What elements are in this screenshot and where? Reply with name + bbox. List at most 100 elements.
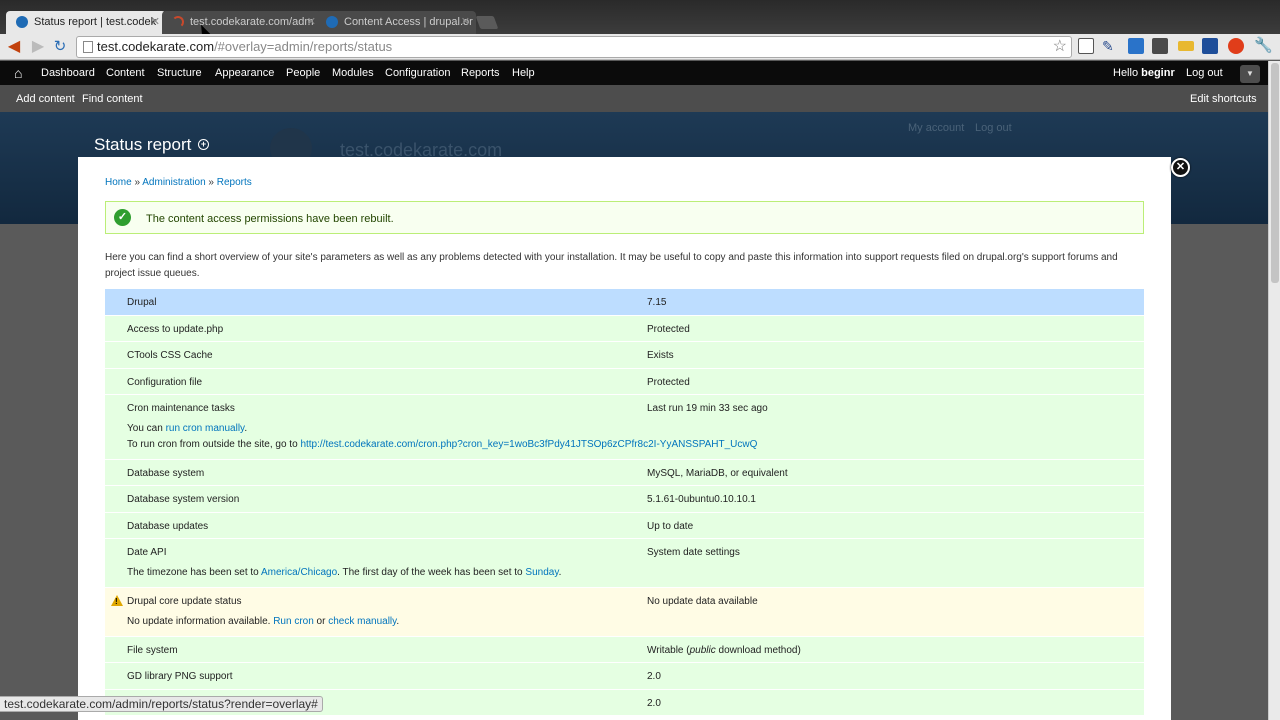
status-report-table: Drupal 7.15 Access to update.php Protect… [105, 289, 1144, 716]
mail-icon[interactable] [1178, 41, 1194, 51]
cron-url-link[interactable]: http://test.codekarate.com/cron.php?cron… [300, 439, 757, 450]
tab-label: Status report | test.codek [34, 16, 157, 28]
table-row: Database system version 5.1.61-0ubuntu0.… [105, 486, 1144, 513]
loading-spinner-icon [172, 16, 184, 28]
row-title: Database system [127, 468, 205, 479]
status-message-text: The content access permissions have been… [146, 213, 394, 225]
browser-toolbar: ◀ ▶ ↻ test.codekarate.com/#overlay=admin… [0, 34, 1280, 60]
reload-icon[interactable]: ↻ [50, 37, 70, 57]
close-overlay-icon[interactable]: ✕ [1171, 158, 1190, 177]
forward-arrow-icon[interactable]: ▶ [28, 37, 48, 57]
toolbar-dashboard[interactable]: Dashboard [41, 67, 95, 79]
stumbleupon-icon[interactable] [1228, 38, 1244, 54]
timezone-link[interactable]: America/Chicago [261, 567, 337, 578]
breadcrumb-home[interactable]: Home [105, 177, 132, 188]
warning-icon: ! [111, 595, 123, 606]
row-value: Protected [647, 324, 690, 335]
check-manually-link[interactable]: check manually [328, 616, 396, 627]
first-day-link[interactable]: Sunday [525, 567, 558, 578]
desc-text: You can [127, 423, 166, 434]
value-emphasis: public [689, 645, 716, 656]
shortcut-bar: Add content Find content Edit shortcuts [0, 85, 1268, 112]
breadcrumb: Home » Administration » Reports [105, 177, 252, 188]
desc-text: To run cron from outside the site, go to [127, 439, 301, 450]
toolbar-reports[interactable]: Reports [461, 67, 500, 79]
shortcuts-toggle-icon[interactable]: ▼ [1240, 65, 1260, 83]
breadcrumb-reports[interactable]: Reports [217, 177, 252, 188]
row-title: Configuration file [127, 377, 203, 388]
row-title: Drupal [127, 297, 157, 308]
scrollbar-thumb[interactable] [1271, 63, 1279, 283]
url-host: test.codekarate.com [97, 39, 215, 54]
wrench-icon[interactable]: 🔧 [1254, 38, 1273, 54]
row-title: GD library PNG support [127, 671, 233, 682]
row-value: Exists [647, 350, 674, 361]
browser-tab-content-access[interactable]: Content Access | drupal.or ✕ [316, 11, 476, 34]
new-tab-button[interactable] [475, 16, 499, 29]
address-bar[interactable]: test.codekarate.com/#overlay=admin/repor… [76, 36, 1072, 58]
row-title: Database system version [127, 494, 240, 505]
row-value: Last run 19 min 33 sec ago [647, 403, 768, 414]
row-value: Writable (public download method) [647, 645, 801, 656]
desc-text: No update information available. [127, 616, 274, 627]
eyedropper-icon[interactable]: ✎ [1102, 38, 1118, 54]
edit-shortcuts-link[interactable]: Edit shortcuts [1190, 93, 1257, 105]
extension-info-icon[interactable] [1078, 38, 1094, 54]
table-row: GD library PNG support 2.0 [105, 663, 1144, 690]
home-icon[interactable]: ⌂ [14, 65, 22, 81]
row-value: 7.15 [647, 297, 667, 308]
scrollbar[interactable] [1268, 61, 1280, 720]
row-value: No update data available [647, 596, 758, 607]
tab-close-icon[interactable]: ✕ [307, 11, 316, 33]
table-row: Cron maintenance tasks Last run 19 min 3… [105, 395, 1144, 460]
toolbar-help[interactable]: Help [512, 67, 535, 79]
row-title: Database updates [127, 521, 209, 532]
tab-label: test.codekarate.com/adm [190, 16, 314, 28]
tab-close-icon[interactable]: ✕ [461, 11, 470, 33]
extension-gear-icon[interactable] [1152, 38, 1168, 54]
extension-tile-icon[interactable] [1202, 38, 1218, 54]
toolbar-people[interactable]: People [286, 67, 320, 79]
drupal-admin-toolbar: ⌂ Dashboard Content Structure Appearance… [0, 61, 1268, 85]
breadcrumb-administration[interactable]: Administration [142, 177, 205, 188]
row-value: 5.1.61-0ubuntu0.10.10.1 [647, 494, 756, 505]
drupal-favicon-icon [326, 16, 338, 28]
add-shortcut-icon[interactable]: + [198, 139, 209, 150]
browser-tab-status-report[interactable]: Status report | test.codek ✕ [6, 11, 166, 34]
shortcut-find-content[interactable]: Find content [82, 93, 143, 105]
site-logout-link[interactable]: Log out [975, 122, 1012, 134]
row-description: You can run cron manually. To run cron f… [127, 421, 757, 453]
table-row: Drupal 7.15 [105, 289, 1144, 316]
logout-link[interactable]: Log out [1186, 67, 1223, 79]
table-row: CTools CSS Cache Exists [105, 342, 1144, 369]
run-cron-manually-link[interactable]: run cron manually [166, 423, 245, 434]
drupal-favicon-icon [16, 16, 28, 28]
toolbar-structure[interactable]: Structure [157, 67, 202, 79]
toolbar-configuration[interactable]: Configuration [385, 67, 450, 79]
run-cron-link[interactable]: Run cron [273, 616, 314, 627]
row-title: Date API [127, 547, 167, 558]
table-row: Database system MySQL, MariaDB, or equiv… [105, 460, 1144, 486]
greeting: Hello beginr [1113, 67, 1175, 79]
toolbar-modules[interactable]: Modules [332, 67, 374, 79]
browser-tab-admin[interactable]: test.codekarate.com/adm ✕ [162, 11, 322, 34]
row-value: Protected [647, 377, 690, 388]
bookmark-star-icon[interactable]: ☆ [1053, 37, 1067, 57]
table-row: Configuration file Protected [105, 369, 1144, 395]
extension-screen-icon[interactable] [1128, 38, 1144, 54]
status-message: ✓ The content access permissions have be… [105, 201, 1144, 234]
overlay-content: Home » Administration » Reports ✓ The co… [78, 157, 1171, 720]
link-status-bubble: test.codekarate.com/admin/reports/status… [0, 696, 323, 712]
desc-text: The timezone has been set to [127, 567, 261, 578]
my-account-link[interactable]: My account [908, 122, 964, 134]
url-path: /#overlay=admin/reports/status [214, 39, 393, 54]
shortcut-add-content[interactable]: Add content [16, 93, 75, 105]
row-title: Access to update.php [127, 324, 224, 335]
desc-text: . The first day of the week has been set… [337, 567, 526, 578]
back-arrow-icon[interactable]: ◀ [4, 37, 24, 57]
toolbar-appearance[interactable]: Appearance [215, 67, 274, 79]
desc-text: . [558, 567, 562, 578]
tab-close-icon[interactable]: ✕ [151, 11, 160, 33]
username-link[interactable]: beginr [1141, 67, 1175, 79]
toolbar-content[interactable]: Content [106, 67, 145, 79]
